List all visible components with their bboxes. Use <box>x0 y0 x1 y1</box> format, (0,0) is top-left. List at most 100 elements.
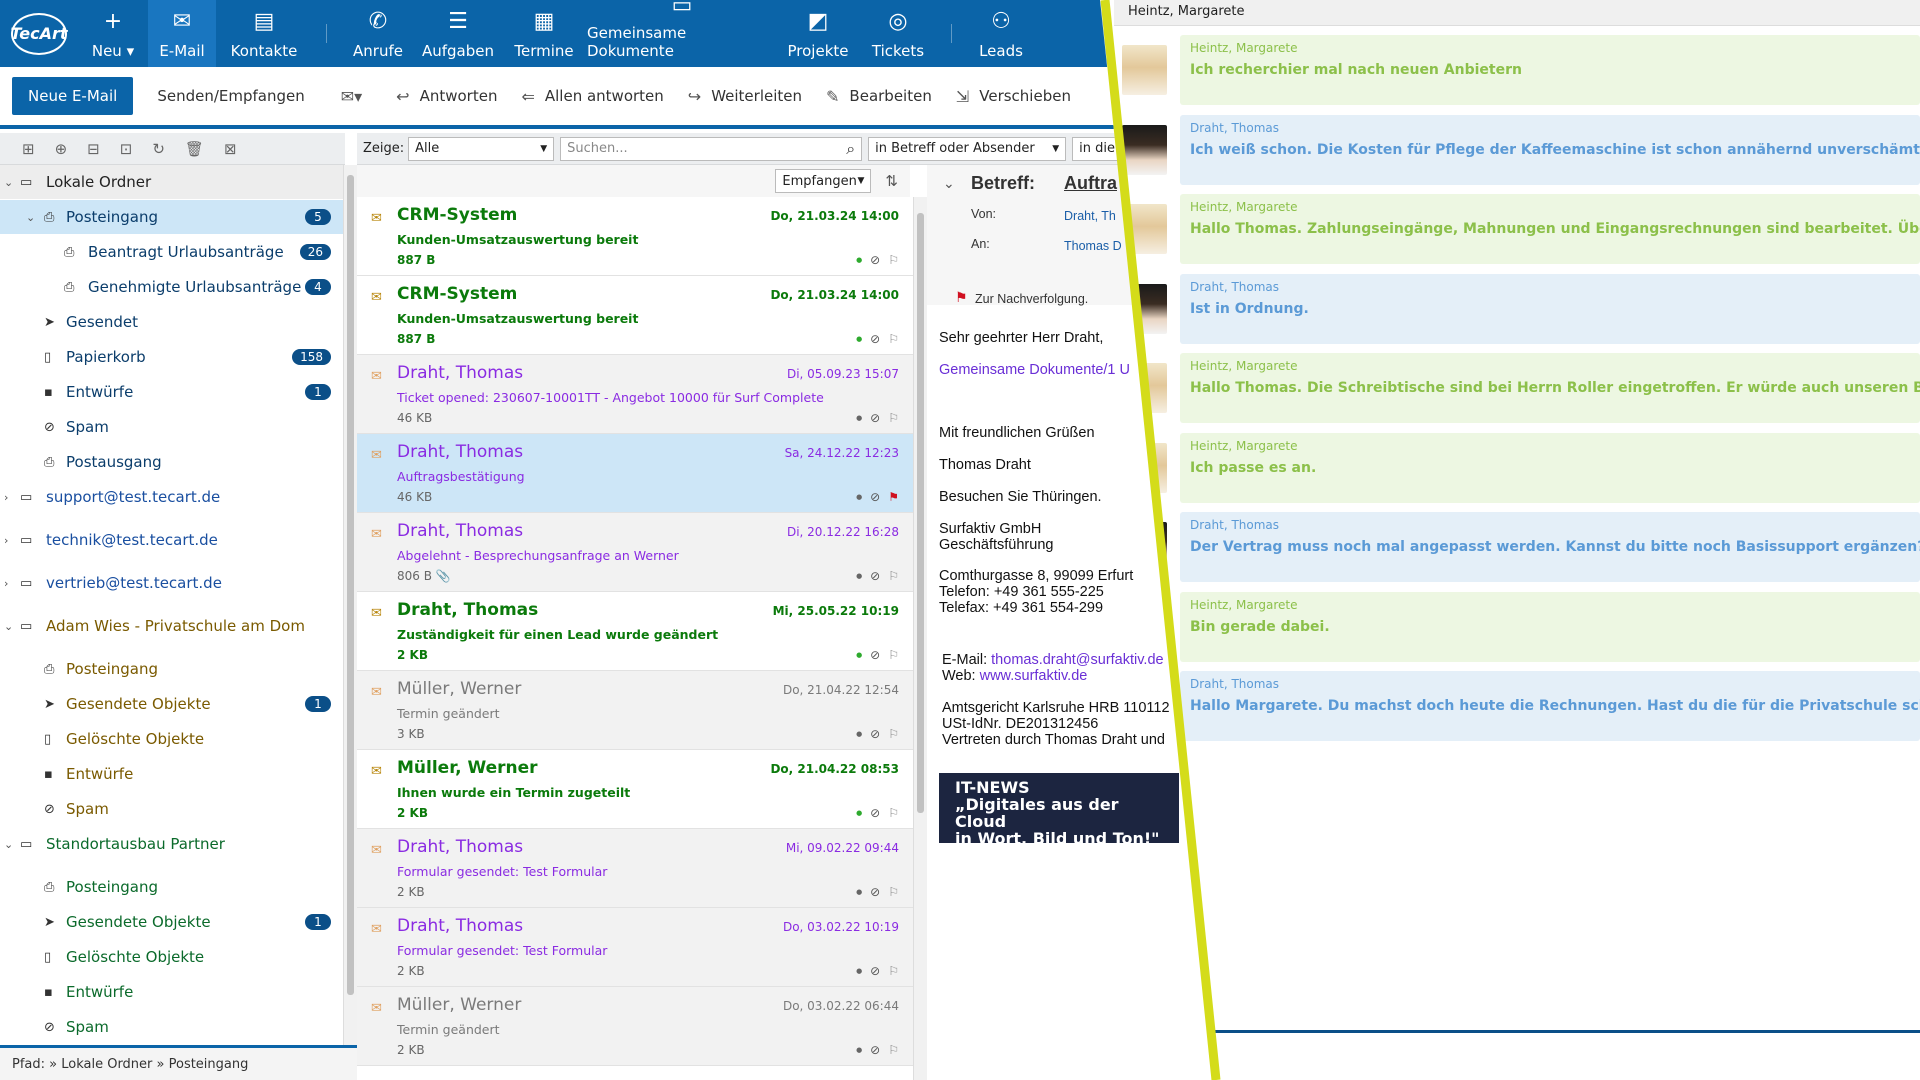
block-icon[interactable]: ⊘ <box>870 253 880 267</box>
empty-folder-icon[interactable]: ⊠ <box>224 140 237 158</box>
to-value[interactable]: Thomas D <box>1064 239 1122 253</box>
mail-row[interactable]: ✉ Draht, Thomas Zuständigkeit für einen Le… <box>357 592 913 671</box>
folder-trash-item[interactable]: ▯ Gelöschte Objekte <box>0 940 343 974</box>
folder-account-item[interactable]: › ▭ technik@test.tecart.de <box>0 523 343 557</box>
new-email-button[interactable]: Neue E-Mail <box>12 77 134 115</box>
nav-leads[interactable]: ⚇ Leads <box>966 0 1036 67</box>
body-link[interactable]: Gemeinsame Dokumente/1 U <box>939 362 1130 379</box>
signature-banner[interactable]: IT-NEWS „Digitales aus der Cloud in Wort… <box>939 773 1179 847</box>
folder-spam-item[interactable]: ⊘ Spam <box>0 792 343 826</box>
nav-anrufe[interactable]: ✆ Anrufe <box>341 0 415 67</box>
folder-draft-item[interactable]: ▪ Entwürfe 1 <box>0 375 343 409</box>
flag-icon[interactable]: ⚐ <box>888 253 899 267</box>
send-receive-button[interactable]: Senden/Empfangen <box>157 87 304 105</box>
folder-settings-icon[interactable]: ⊡ <box>120 140 133 158</box>
nav-aufgaben[interactable]: ☰ Aufgaben <box>415 0 501 67</box>
mail-row[interactable]: ✉ Müller, Werner Termin geändert 2 KB Do, 03… <box>357 987 913 1066</box>
chevron-down-icon[interactable]: ⌄ <box>26 211 35 224</box>
flag-icon[interactable]: ⚐ <box>888 806 899 820</box>
search-icon[interactable]: ⌕ <box>846 139 855 159</box>
folder-sent-item[interactable]: ➤ Gesendet <box>0 305 343 339</box>
nav-kontakte[interactable]: ▤ Kontakte <box>216 0 312 67</box>
email-link[interactable]: thomas.draht@surfaktiv.de <box>991 652 1163 668</box>
move-button[interactable]: ⇲ Verschieben <box>956 87 1071 106</box>
folder-sent-item[interactable]: ➤ Gesendete Objekte 1 <box>0 905 343 939</box>
add-folder-icon[interactable]: ⊞ <box>22 140 35 158</box>
folder-account-item[interactable]: › ▭ support@test.tecart.de <box>0 480 343 514</box>
flag-icon[interactable]: ⚐ <box>888 885 899 899</box>
folder-draft-item[interactable]: ▪ Entwürfe <box>0 757 343 791</box>
nav-email[interactable]: ✉ E-Mail <box>148 0 216 74</box>
scrollbar-thumb[interactable] <box>917 213 924 813</box>
folder-account-item[interactable]: ⌄ ▭ Standortausbau Partner <box>0 827 343 861</box>
folder-outbox-item[interactable]: ⎙ Postausgang <box>0 445 343 479</box>
flag-icon[interactable]: ⚐ <box>888 1043 899 1057</box>
chevron-right-icon[interactable]: › <box>4 491 8 504</box>
chevron-right-icon[interactable]: › <box>4 534 8 547</box>
folder-trash-item[interactable]: ▯ Papierkorb 158 <box>0 340 343 374</box>
folder-folder-item[interactable]: ⎙ Beantragt Urlaubsanträge 26 <box>0 235 343 269</box>
read-status-dot-icon[interactable]: ● <box>856 335 862 343</box>
chevron-down-icon[interactable]: ⌄ <box>4 176 13 189</box>
folder-inbox-item[interactable]: ⌄ ⎙ Posteingang 5 <box>0 200 343 234</box>
scrollbar-thumb[interactable] <box>347 175 354 995</box>
refresh-icon[interactable]: ↻ <box>152 140 165 158</box>
nav-tickets[interactable]: ◎ Tickets <box>859 0 937 67</box>
trash-icon[interactable]: 🗑 <box>185 140 204 158</box>
forward-button[interactable]: ↪ Weiterleiten <box>688 87 802 106</box>
flag-icon[interactable]: ⚐ <box>888 648 899 662</box>
nav-neu[interactable]: + Neu ▾ <box>78 0 148 67</box>
block-icon[interactable]: ⊘ <box>870 885 880 899</box>
read-status-dot-icon[interactable]: ● <box>856 651 862 659</box>
nav-projekte[interactable]: ◩ Projekte <box>777 0 859 67</box>
from-value[interactable]: Draht, Th <box>1064 209 1116 223</box>
chevron-down-icon[interactable]: ⌄ <box>4 620 13 633</box>
read-status-dot-icon[interactable]: ● <box>856 809 862 817</box>
nav-termine[interactable]: ▦ Termine <box>501 0 587 67</box>
folder-inbox-item[interactable]: ⎙ Posteingang <box>0 652 343 686</box>
block-icon[interactable]: ⊘ <box>870 1043 880 1057</box>
chevron-right-icon[interactable]: › <box>4 577 8 590</box>
mail-row[interactable]: ✉ CRM-System Kunden-Umsatzauswertung berei… <box>357 276 913 355</box>
folder-inbox-item[interactable]: ⎙ Posteingang <box>0 870 343 904</box>
read-status-dot-icon[interactable]: ● <box>856 256 862 264</box>
folder-spam-item[interactable]: ⊘ Spam <box>0 410 343 444</box>
edit-button[interactable]: ✎ Bearbeiten <box>826 87 932 106</box>
read-status-dot-icon[interactable]: ● <box>856 730 862 738</box>
folder-sent-item[interactable]: ➤ Gesendete Objekte 1 <box>0 687 343 721</box>
folder-folder-item[interactable]: ⎙ Genehmigte Urlaubsanträge 4 <box>0 270 343 304</box>
folder-account-item[interactable]: ⌄ ▭ Lokale Ordner <box>0 165 343 199</box>
mail-row[interactable]: ✉ Müller, Werner Ihnen wurde ein Termin zu… <box>357 750 913 829</box>
tecart-logo[interactable]: TecArt <box>0 0 78 67</box>
rename-folder-icon[interactable]: ⊟ <box>87 140 100 158</box>
flag-icon[interactable]: ⚐ <box>888 727 899 741</box>
read-status-dot-icon[interactable]: ● <box>856 414 862 422</box>
mail-row[interactable]: ✉ CRM-System Kunden-Umsatzauswertung berei… <box>357 197 913 276</box>
read-status-dot-icon[interactable]: ● <box>856 1046 862 1054</box>
flag-icon[interactable]: ⚐ <box>888 964 899 978</box>
new-folder-icon[interactable]: ⊕ <box>55 140 68 158</box>
mail-row[interactable]: ✉ Draht, Thomas Auftragsbestätigung 46 KB Sa… <box>357 434 913 513</box>
flag-icon[interactable]: ⚐ <box>888 411 899 425</box>
search-input[interactable]: Suchen... ⌕ <box>560 136 863 161</box>
mail-row[interactable]: ✉ Müller, Werner Termin geändert 3 KB Do, 21… <box>357 671 913 750</box>
flag-icon[interactable]: ⚐ <box>888 332 899 346</box>
block-icon[interactable]: ⊘ <box>870 964 880 978</box>
mail-list-scrollbar[interactable] <box>913 197 927 1080</box>
folder-scrollbar[interactable] <box>343 165 357 1045</box>
read-status-dot-icon[interactable]: ● <box>856 888 862 896</box>
chevron-down-icon[interactable]: ⌄ <box>4 838 13 851</box>
mail-options-dropdown[interactable]: ✉▾ <box>341 87 372 106</box>
block-icon[interactable]: ⊘ <box>870 411 880 425</box>
folder-account-item[interactable]: › ▭ vertrieb@test.tecart.de <box>0 566 343 600</box>
nav-gemeinsame-dokumente[interactable]: ▭ Gemeinsame Dokumente <box>587 0 777 67</box>
read-status-dot-icon[interactable]: ● <box>856 572 862 580</box>
block-icon[interactable]: ⊘ <box>870 490 880 504</box>
block-icon[interactable]: ⊘ <box>870 332 880 346</box>
folder-draft-item[interactable]: ▪ Entwürfe <box>0 975 343 1009</box>
block-icon[interactable]: ⊘ <box>870 806 880 820</box>
search-scope-select[interactable]: in Betreff oder Absender ▼ <box>868 136 1067 161</box>
sort-direction-icon[interactable]: ⇅ <box>885 172 898 190</box>
flag-icon[interactable]: ⚐ <box>888 569 899 583</box>
sort-select[interactable]: Empfangen ▼ <box>775 169 872 193</box>
